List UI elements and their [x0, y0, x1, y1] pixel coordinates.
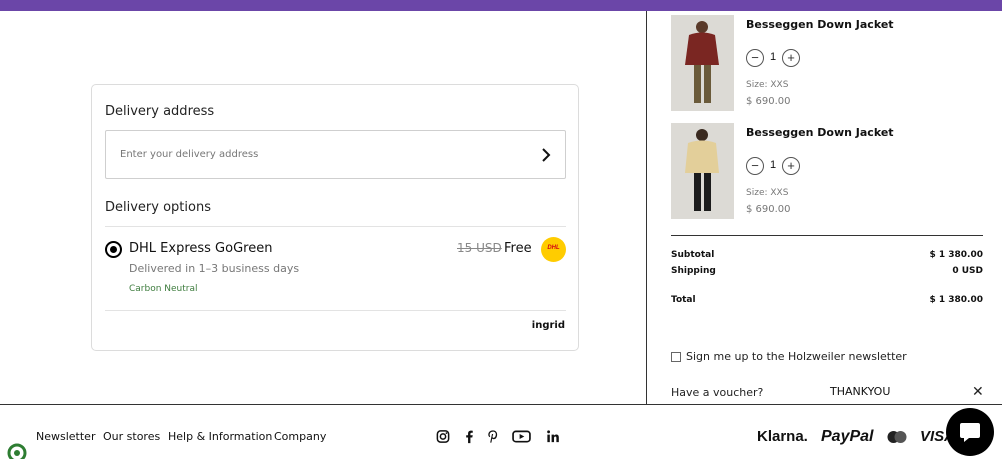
product-image[interactable]	[671, 123, 734, 219]
mastercard-icon	[887, 431, 907, 443]
voucher-label: Have a voucher?	[671, 386, 764, 399]
instagram-icon[interactable]	[435, 429, 451, 444]
increase-quantity-button[interactable]: +	[782, 49, 800, 67]
newsletter-label[interactable]: Sign me up to the Holzweiler newsletter	[686, 350, 907, 363]
footer-divider	[0, 404, 1002, 405]
delivery-options-heading: Delivery options	[105, 200, 211, 215]
original-shipping-price: 15 USD	[457, 241, 502, 255]
column-divider	[646, 11, 647, 404]
footer-link-newsletter[interactable]: Newsletter	[36, 430, 95, 443]
delivery-option-radio[interactable]	[105, 241, 122, 258]
carrier-name: DHL Express GoGreen	[129, 241, 273, 256]
delivery-address-input[interactable]: Enter your delivery address	[105, 130, 566, 179]
chevron-right-icon	[542, 148, 551, 162]
footer-link-company[interactable]: Company	[274, 430, 326, 443]
beige-jacket-icon	[671, 123, 734, 219]
total-row: Total $ 1 380.00	[671, 295, 983, 307]
product-size: Size: XXS	[746, 188, 789, 198]
paypal-logo: PayPal	[821, 428, 874, 445]
facebook-icon[interactable]	[461, 429, 477, 444]
dhl-logo-text: DHL	[547, 245, 560, 251]
product-price: $ 690.00	[746, 96, 791, 107]
product-price: $ 690.00	[746, 204, 791, 215]
subtotal-row: Subtotal $ 1 380.00	[671, 250, 983, 262]
product-image[interactable]	[671, 15, 734, 111]
dhl-logo-icon: DHL	[541, 237, 566, 262]
chat-bubble-icon	[960, 423, 980, 442]
increase-quantity-button[interactable]: +	[782, 157, 800, 175]
subtotal-value: $ 1 380.00	[929, 250, 983, 260]
address-placeholder: Enter your delivery address	[120, 149, 259, 160]
product-size: Size: XXS	[746, 80, 789, 90]
delivery-eta: Delivered in 1–3 business days	[129, 262, 300, 275]
decrease-quantity-button[interactable]: −	[746, 157, 764, 175]
eco-logo-icon	[7, 443, 27, 459]
klarna-logo: Klarna.	[757, 428, 808, 445]
delivery-card: Delivery address Enter your delivery add…	[91, 84, 579, 351]
footer-link-help[interactable]: Help & Information	[168, 430, 272, 443]
chat-button[interactable]	[946, 408, 994, 456]
cart-item: Besseggen Down Jacket − 1 + Size: XXS $ …	[671, 123, 983, 219]
carbon-neutral-badge: Carbon Neutral	[129, 284, 198, 294]
youtube-icon[interactable]	[511, 429, 532, 444]
quantity-value: 1	[770, 159, 777, 171]
divider	[105, 310, 566, 311]
footer-link-our-stores[interactable]: Our stores	[103, 430, 160, 443]
delivery-address-heading: Delivery address	[105, 104, 215, 119]
summary-divider	[671, 235, 983, 236]
shipping-row: Shipping 0 USD	[671, 266, 983, 278]
voucher-code-input[interactable]: THANKYOU	[830, 385, 890, 398]
quantity-value: 1	[770, 51, 777, 63]
subtotal-label: Subtotal	[671, 250, 715, 260]
linkedin-icon[interactable]	[545, 429, 561, 444]
top-accent-bar	[0, 0, 1002, 11]
divider	[105, 226, 566, 227]
product-name[interactable]: Besseggen Down Jacket	[746, 126, 894, 139]
cart-item: Besseggen Down Jacket − 1 + Size: XXS $ …	[671, 15, 983, 111]
total-value: $ 1 380.00	[929, 295, 983, 305]
burgundy-jacket-icon	[671, 15, 734, 111]
shipping-price: Free	[504, 241, 532, 256]
newsletter-checkbox[interactable]	[671, 352, 681, 362]
shipping-value: 0 USD	[952, 266, 983, 276]
close-icon[interactable]: ✕	[972, 383, 984, 400]
decrease-quantity-button[interactable]: −	[746, 49, 764, 67]
shipping-label: Shipping	[671, 266, 716, 276]
total-label: Total	[671, 295, 696, 305]
ingrid-logo: ingrid	[531, 320, 565, 331]
pinterest-icon[interactable]	[485, 429, 501, 444]
product-name[interactable]: Besseggen Down Jacket	[746, 18, 894, 31]
